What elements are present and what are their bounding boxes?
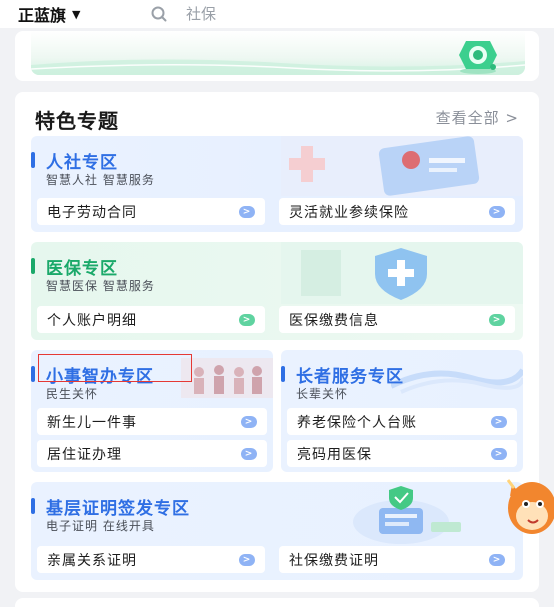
arrow-right-icon: >: [241, 447, 257, 460]
service-label: 社保缴费证明: [289, 552, 379, 569]
arrow-right-icon: >: [489, 205, 505, 218]
zone-small-subtitle: 民生关怀: [46, 387, 99, 401]
zone-accent-bar: [31, 152, 35, 168]
arrow-right-icon: >: [239, 553, 255, 566]
service-item[interactable]: 社保缴费证明 >: [279, 546, 515, 573]
zone-medical[interactable]: 医保专区 智慧医保 智慧服务 个人账户明细 > 医保缴费信息 >: [31, 242, 523, 340]
service-item[interactable]: 灵活就业参续保险 >: [279, 198, 515, 225]
service-item[interactable]: 居住证办理 >: [37, 440, 267, 467]
zone-accent-bar: [31, 498, 35, 514]
zone-small-matters[interactable]: 小事智办专区 民生关怀 新生儿一件事 > 居住证办理 >: [31, 350, 273, 472]
next-section-card: [15, 598, 539, 607]
arrow-right-icon: >: [241, 415, 257, 428]
service-label: 居住证办理: [47, 446, 122, 463]
service-label: 电子劳动合同: [47, 204, 137, 221]
banner-image: [31, 31, 525, 75]
arrow-right-icon: >: [239, 205, 255, 218]
zone-medical-subtitle: 智慧医保 智慧服务: [46, 279, 155, 293]
search-bar[interactable]: 社保: [150, 3, 216, 24]
search-placeholder: 社保: [186, 5, 217, 23]
zone-accent-bar: [31, 366, 35, 382]
view-all-link[interactable]: 查看全部 >: [436, 107, 519, 128]
top-bar: 正蓝旗 ▼ 社保: [0, 0, 554, 28]
service-item[interactable]: 电子劳动合同 >: [37, 198, 265, 225]
service-item[interactable]: 医保缴费信息 >: [279, 306, 515, 333]
zone-elder-subtitle: 长辈关怀: [296, 387, 349, 401]
arrow-right-icon: >: [489, 313, 505, 326]
search-icon: [151, 6, 167, 21]
service-item[interactable]: 个人账户明细 >: [37, 306, 265, 333]
zone-elder[interactable]: 长者服务专区 长辈关怀 养老保险个人台账 > 亮码用医保 >: [281, 350, 523, 472]
medical-shield-illustration: [281, 242, 523, 304]
zone-certs-subtitle: 电子证明 在线开具: [46, 519, 155, 533]
service-label: 亮码用医保: [297, 446, 372, 463]
caret-down-icon: ▼: [72, 7, 81, 21]
id-card-illustration: [281, 136, 523, 196]
zone-hr-subtitle: 智慧人社 智慧服务: [46, 173, 155, 187]
arrow-right-icon: >: [491, 447, 507, 460]
service-item[interactable]: 亮码用医保 >: [287, 440, 517, 467]
zone-accent-bar: [31, 258, 35, 274]
region-label: 正蓝旗: [18, 6, 67, 25]
service-item[interactable]: 养老保险个人台账 >: [287, 408, 517, 435]
zone-hr-title: 人社专区: [46, 153, 118, 173]
service-label: 个人账户明细: [47, 312, 137, 329]
special-topics-section: 特色专题 查看全部 > 人社专区 智慧人社 智慧服务 电子劳动合同 > 灵活就业…: [15, 92, 539, 592]
service-label: 医保缴费信息: [289, 312, 379, 329]
service-label: 新生儿一件事: [47, 414, 137, 431]
zone-medical-title: 医保专区: [46, 259, 118, 279]
arrow-right-icon: >: [491, 415, 507, 428]
service-label: 养老保险个人台账: [297, 414, 417, 431]
arrow-right-icon: >: [239, 313, 255, 326]
section-title: 特色专题: [35, 109, 119, 133]
zone-accent-bar: [281, 366, 285, 382]
banner-card[interactable]: [15, 31, 539, 81]
arrow-right-icon: >: [489, 553, 505, 566]
service-item[interactable]: 新生儿一件事 >: [37, 408, 267, 435]
crowd-illustration: [181, 358, 273, 398]
service-label: 亲属关系证明: [47, 552, 137, 569]
service-item[interactable]: 亲属关系证明 >: [37, 546, 265, 573]
highlight-box: [38, 354, 192, 382]
zone-certificates[interactable]: 基层证明签发专区 电子证明 在线开具 亲属关系证明 > 社保缴费证明 >: [31, 482, 523, 580]
zone-elder-title: 长者服务专区: [296, 367, 404, 387]
zone-hr[interactable]: 人社专区 智慧人社 智慧服务 电子劳动合同 > 灵活就业参续保险 >: [31, 136, 523, 232]
banner-wave-decoration: [31, 59, 525, 75]
mascot-assistant-icon[interactable]: [498, 470, 554, 540]
wave-illustration: [391, 368, 523, 394]
service-label: 灵活就业参续保险: [289, 204, 409, 221]
zone-certs-title: 基层证明签发专区: [46, 499, 190, 519]
region-selector[interactable]: 正蓝旗 ▼: [18, 2, 80, 26]
robot-icon: [459, 41, 497, 74]
